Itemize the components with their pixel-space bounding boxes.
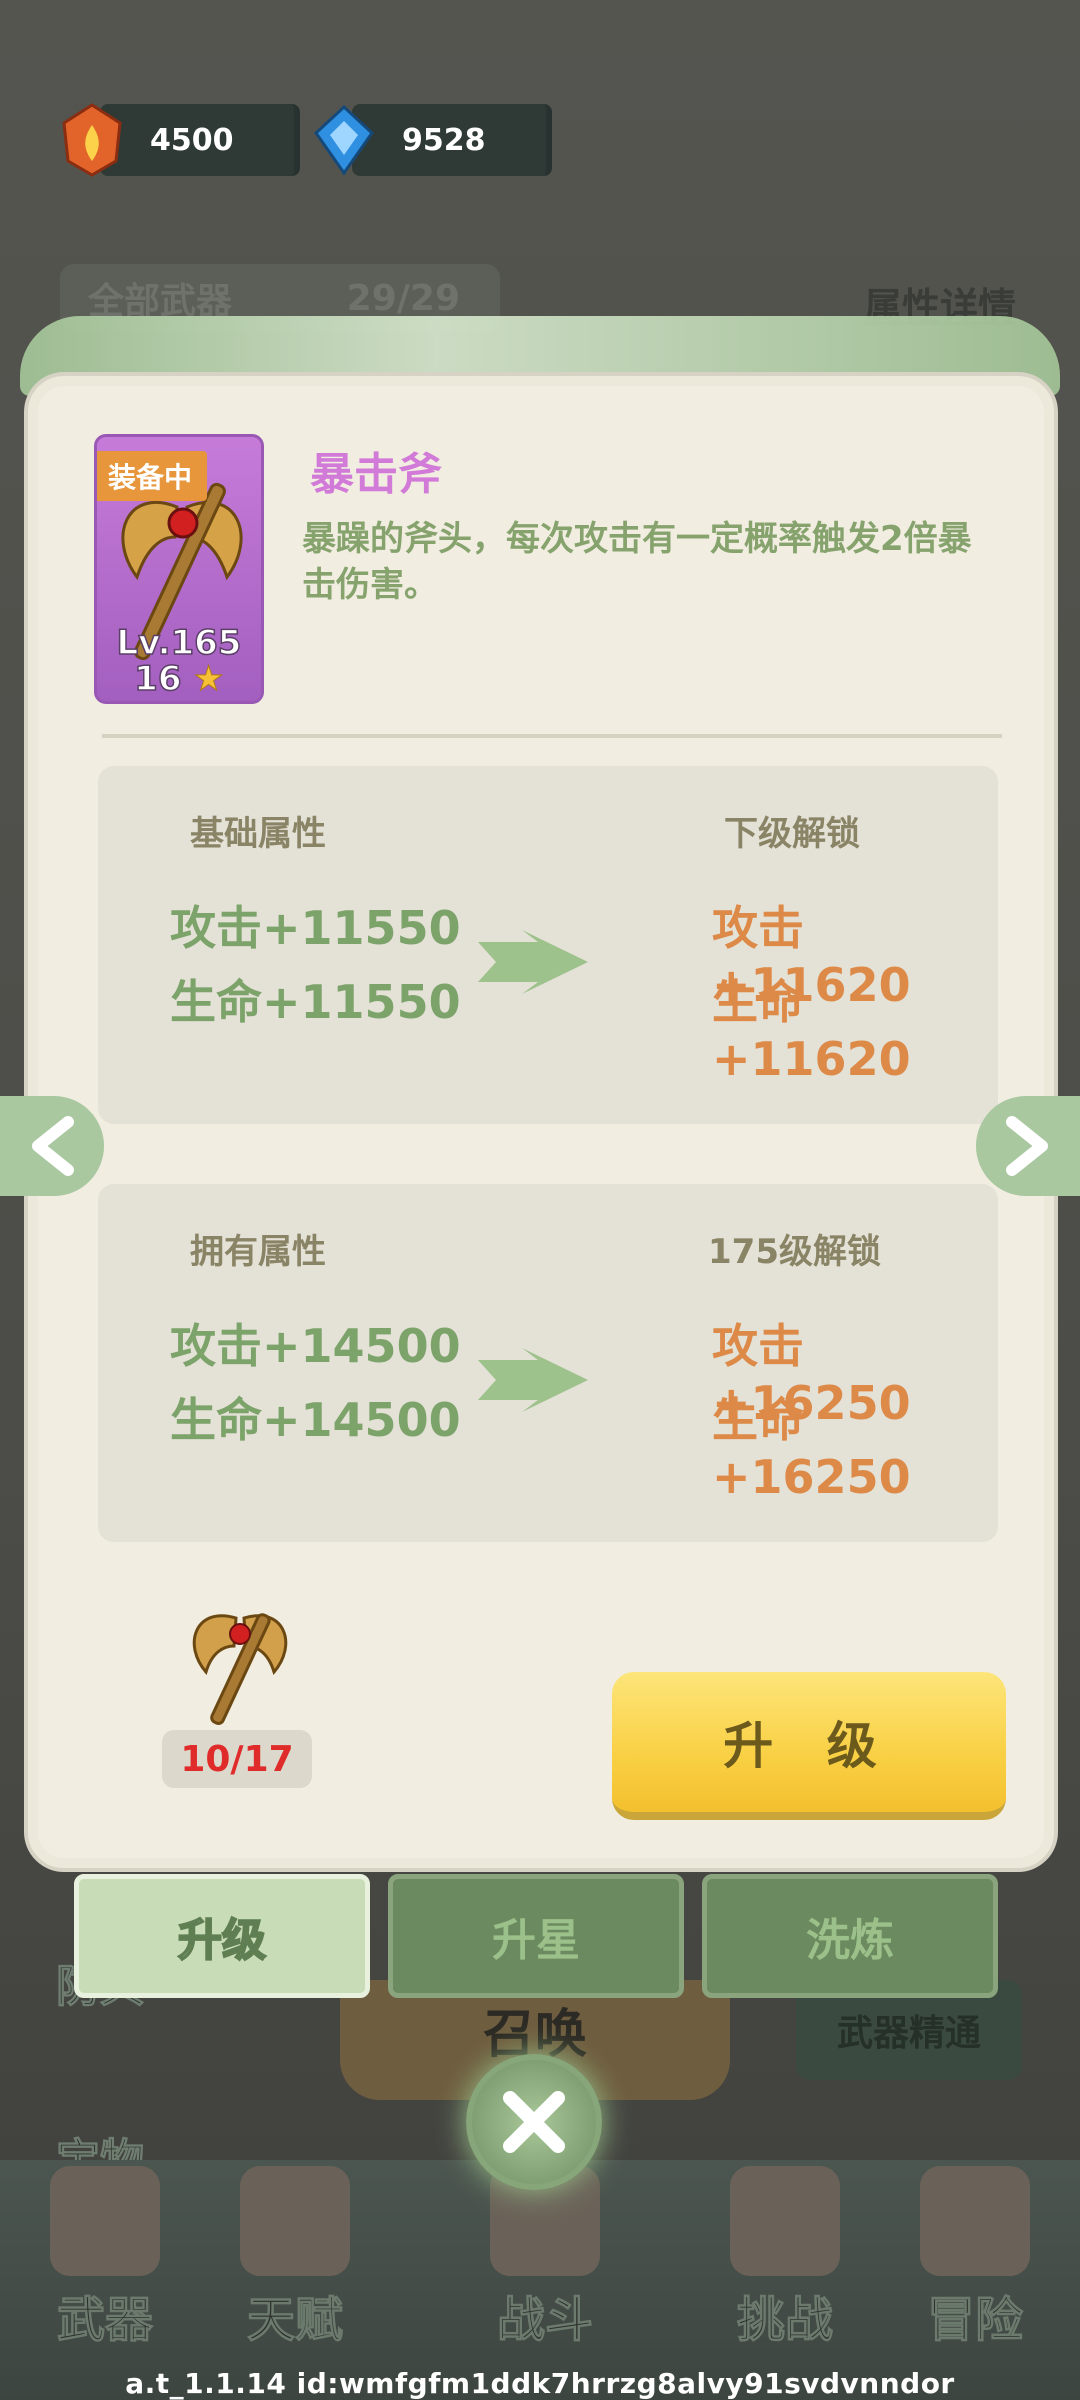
nav-label: 冒险 [926,2292,1023,2349]
owned-attr-box: 拥有属性 175级解锁 攻击+14500 生命+14500 攻击+16250 生… [98,1184,998,1542]
weapon-description: 暴躁的斧头，每次攻击有一定概率触发2倍暴击伤害。 [302,519,972,605]
diamond-value: 9528 [402,122,486,158]
weapon-name: 暴击斧 [310,449,442,500]
star-icon: ★ [193,659,225,700]
nav-item-talent[interactable]: 天赋 [220,2166,370,2350]
axe-material-icon [192,1613,288,1725]
tab-refine[interactable]: 洗炼 [702,1874,998,1998]
fire-gem-icon [62,103,122,177]
blue-diamond-icon [314,104,374,176]
base-hp-current: 生命+11550 [170,975,461,1029]
owned-hp-next: 生命+16250 [712,1393,911,1504]
base-attr-next-title: 下级解锁 [724,814,860,854]
book-icon [240,2166,350,2276]
close-icon [503,2091,565,2153]
nav-label: 武器 [56,2292,153,2349]
base-attr-box: 基础属性 下级解锁 攻击+11550 生命+11550 攻击+11620 生命+… [98,766,998,1124]
weapon-count: 29/29 [346,277,460,319]
arrow-right-icon [478,1348,588,1412]
base-attr-title: 基础属性 [190,814,326,854]
base-hp-next: 生命+11620 [712,975,911,1086]
wooden-post-icon [730,2166,840,2276]
owned-attr-title: 拥有属性 [190,1232,326,1272]
upgrade-button[interactable]: 升 级 [612,1672,1006,1820]
weapon-card: 装备中 Lv.165 16 ★ [94,434,264,704]
nav-label: 天赋 [246,2292,343,2349]
chevron-left-icon [32,1116,74,1176]
nav-item-challenge[interactable]: 挑战 [710,2166,860,2350]
owned-attack-current: 攻击+14500 [170,1319,461,1373]
equipped-tag: 装备中 [97,451,207,501]
weapon-stars: 16 ★ [97,658,261,700]
base-attack-current: 攻击+11550 [170,901,461,955]
tab-star-up[interactable]: 升星 [388,1874,684,1998]
upgrade-material: 10/17 [162,1590,312,1788]
nav-label: 战斗 [496,2292,593,2349]
nav-label: 挑战 [736,2292,833,2349]
gold-currency: 4500 [60,100,300,180]
map-icon [920,2166,1030,2276]
weapon-level: Lv.165 [116,622,242,664]
axe-icon [50,2166,160,2276]
diamond-currency: 9528 [312,100,552,180]
nav-item-weapon[interactable]: 武器 [30,2166,180,2350]
divider [102,734,1002,738]
prev-weapon-button[interactable] [0,1096,104,1196]
gold-value: 4500 [150,122,234,158]
version-text: a.t_1.1.14 id:wmfgfm1ddk7hrrzg8alvy91svd… [125,2367,955,2400]
star-count: 16 [133,658,182,700]
chevron-right-icon [1006,1116,1048,1176]
arrow-right-icon [478,930,588,994]
material-count: 10/17 [162,1730,312,1788]
nav-item-battle[interactable]: 战斗 [470,2166,620,2350]
tab-upgrade[interactable]: 升级 [74,1874,370,1998]
owned-hp-current: 生命+14500 [170,1393,461,1447]
next-weapon-button[interactable] [976,1096,1080,1196]
close-button[interactable] [466,2054,602,2190]
nav-item-adventure[interactable]: 冒险 [900,2166,1050,2350]
owned-attr-next-title: 175级解锁 [708,1232,881,1272]
